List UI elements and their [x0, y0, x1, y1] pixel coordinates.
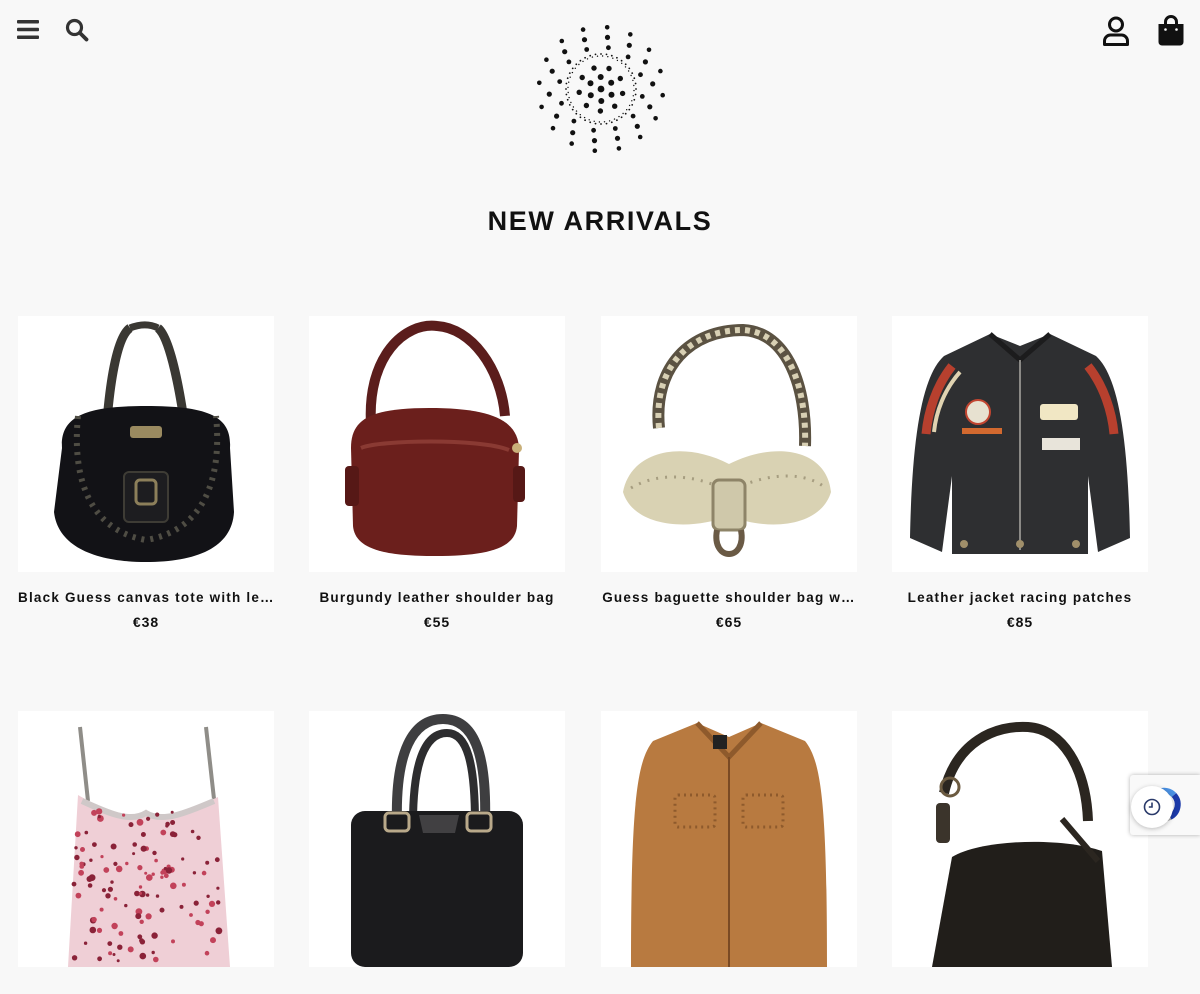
product-card[interactable] [892, 711, 1148, 994]
burgundy-shoulder-bag-image [345, 320, 525, 556]
account-button[interactable] [1101, 15, 1131, 47]
product-price: €55 [423, 614, 451, 630]
user-icon [1103, 16, 1129, 46]
clock-history-icon [1143, 798, 1161, 816]
product-card[interactable]: Guess baguette shoulder bag w… €65 [601, 316, 857, 630]
product-image[interactable] [601, 711, 857, 967]
search-button[interactable] [64, 17, 90, 43]
product-name[interactable]: Burgundy leather shoulder bag [309, 590, 565, 605]
suede-jacket-image [631, 721, 827, 967]
product-image[interactable] [309, 316, 565, 572]
search-icon [65, 18, 89, 42]
product-name[interactable]: Leather jacket racing patches [892, 590, 1148, 605]
product-image[interactable] [892, 316, 1148, 572]
product-price: €65 [715, 614, 743, 630]
product-price: €85 [1006, 614, 1034, 630]
product-image[interactable] [601, 316, 857, 572]
product-name[interactable]: Guess baguette shoulder bag w… [601, 590, 857, 605]
black-tote-bag-image [54, 321, 234, 562]
baguette-shoulder-bag-image [623, 323, 831, 557]
cart-button[interactable] [1156, 13, 1186, 47]
product-card[interactable] [309, 711, 565, 994]
hamburger-menu-icon [17, 19, 39, 39]
leather-racing-jacket-image [910, 332, 1130, 554]
menu-button[interactable] [16, 18, 40, 40]
product-card[interactable] [601, 711, 857, 994]
product-card[interactable] [18, 711, 274, 994]
product-price: €38 [132, 614, 160, 630]
dark-shoulder-bag-image [932, 721, 1112, 967]
site-logo[interactable] [532, 24, 670, 154]
product-image[interactable] [18, 711, 274, 967]
product-name[interactable]: Black Guess canvas tote with le… [18, 590, 274, 605]
floral-camisole-image [68, 726, 230, 967]
recently-viewed-button[interactable] [1131, 786, 1173, 828]
shopping-bag-icon [1158, 15, 1184, 46]
black-handbag-image [351, 713, 523, 967]
product-card[interactable]: Black Guess canvas tote with le… €38 [18, 316, 274, 630]
product-image[interactable] [18, 316, 274, 572]
product-image[interactable] [309, 711, 565, 967]
product-card[interactable]: Leather jacket racing patches €85 [892, 316, 1148, 630]
product-card[interactable]: Burgundy leather shoulder bag €55 [309, 316, 565, 630]
product-image[interactable] [892, 711, 1148, 967]
dotted-circle-logo-icon [537, 25, 665, 153]
section-title: NEW ARRIVALS [487, 206, 713, 236]
